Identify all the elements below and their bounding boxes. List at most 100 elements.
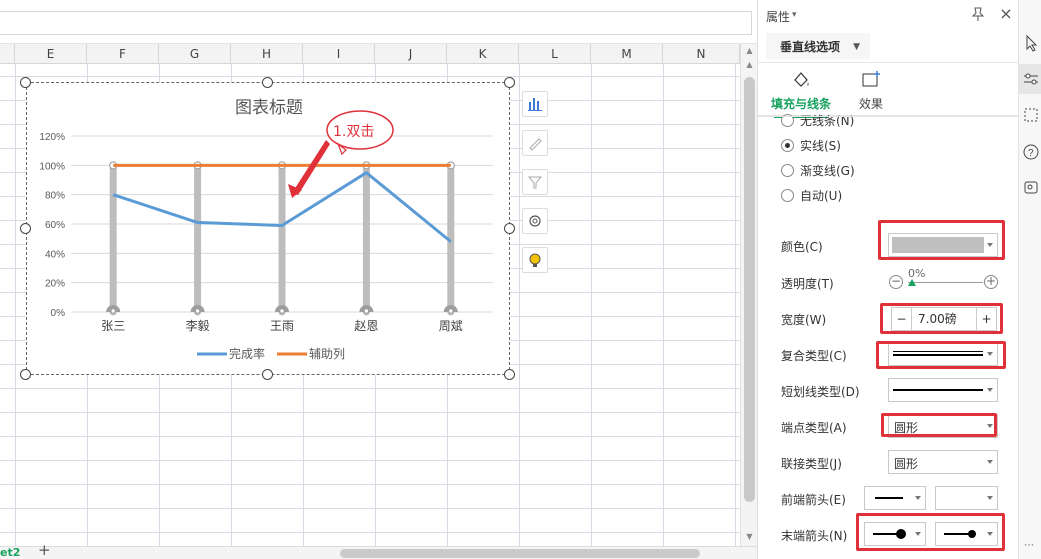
compound-type-label: 复合类型(C) <box>781 349 847 363</box>
panel-tabs: 填充与线条 效果 <box>758 62 1019 118</box>
chevron-down-icon <box>987 460 993 464</box>
highlight-box <box>881 413 997 437</box>
resize-handle[interactable] <box>504 223 515 234</box>
transparency-minus-button[interactable]: − <box>889 275 903 289</box>
radio-gradient-line[interactable] <box>781 164 794 177</box>
sheet-tab[interactable]: et2 <box>0 546 20 559</box>
svg-text:?: ? <box>1028 148 1034 159</box>
resize-handle[interactable] <box>262 77 273 88</box>
tab-label: 填充与线条 <box>770 97 831 111</box>
drop-line-end-marker <box>363 308 370 314</box>
transparency-label: 透明度(T) <box>781 277 834 291</box>
scroll-up-icon[interactable]: ▲ <box>744 60 755 70</box>
panel-title: 属性 <box>766 10 791 24</box>
gallery-icon[interactable] <box>1022 178 1040 196</box>
column-header[interactable]: I <box>303 44 375 64</box>
property-panel: 属性 ▾ × 垂直线选项 ▼ 填充与线条 效果 无线条(N) 实线(S) 渐变线… <box>757 0 1019 559</box>
tab-label: 效果 <box>858 97 883 111</box>
brush-icon <box>529 138 542 151</box>
y-tick-label: 120% <box>39 132 65 143</box>
y-tick-label: 80% <box>45 191 65 202</box>
join-type-dropdown[interactable]: 圆形 <box>888 450 998 474</box>
dash-line-preview <box>893 389 983 391</box>
annotation-text: 1.双击 <box>333 124 375 140</box>
more-icon[interactable]: ⋯ <box>1024 540 1034 551</box>
cap-type-label: 端点类型(A) <box>781 421 847 435</box>
drop-line-end-marker <box>279 308 285 314</box>
add-sheet-button[interactable]: + <box>38 543 51 558</box>
lightbulb-icon <box>529 253 541 267</box>
line-options-dropdown[interactable]: 垂直线选项 ▼ <box>766 33 870 61</box>
highlight-box <box>876 341 1006 369</box>
chart-style-button[interactable] <box>522 130 548 156</box>
chart-area[interactable]: 图表标题 0% 20% 40% 60% 80% 100% 120% 张三 李毅 王雨 赵恩 周斌 完成率辅… <box>26 82 510 375</box>
sheet-tab-bar: et2 + <box>0 543 757 559</box>
filter-icon <box>527 176 543 189</box>
chevron-down-icon <box>987 496 993 500</box>
column-header[interactable]: J <box>375 44 447 64</box>
transparency-slider[interactable] <box>908 282 983 283</box>
right-tool-rail: ? ⋯ <box>1018 0 1041 559</box>
highlight-box <box>856 513 1005 551</box>
transparency-value: 0% <box>908 267 926 280</box>
paint-bucket-icon <box>794 72 809 87</box>
sliders-icon[interactable] <box>1022 70 1040 88</box>
drop-line-end-marker <box>194 308 201 314</box>
chart-filter-button[interactable] <box>522 169 548 195</box>
column-header-partial[interactable] <box>0 44 15 64</box>
resize-handle[interactable] <box>20 77 31 88</box>
column-header[interactable]: F <box>87 44 159 64</box>
x-tick-label: 王雨 <box>270 319 294 333</box>
y-tick-label: 0% <box>51 308 66 319</box>
effects-icon <box>862 71 880 87</box>
y-tick-label: 20% <box>45 279 65 290</box>
tab-fill-line[interactable]: 填充与线条 <box>766 63 836 118</box>
begin-arrow-size-dropdown[interactable] <box>935 486 998 510</box>
resize-handle[interactable] <box>20 369 31 380</box>
chart-settings-button[interactable] <box>522 208 548 234</box>
cursor-icon[interactable] <box>1022 34 1040 52</box>
chevron-down-icon <box>987 388 993 392</box>
resize-handle[interactable] <box>262 369 273 380</box>
column-header[interactable]: M <box>591 44 663 64</box>
begin-arrow-type-dropdown[interactable] <box>864 486 926 510</box>
chart-elements-button[interactable] <box>522 91 548 117</box>
horizontal-scroll-thumb[interactable] <box>340 549 700 558</box>
line-chart: 图表标题0%20%40%60%80%100%120%张三 李毅 王雨 赵恩 周斌完成率辅… <box>39 98 493 361</box>
vertical-scrollbar[interactable]: ▲ ▲ ▼ <box>740 44 757 546</box>
chart-tips-button[interactable] <box>522 247 548 273</box>
formula-input[interactable] <box>0 11 752 35</box>
column-header[interactable]: E <box>15 44 87 64</box>
radio-auto[interactable] <box>781 189 794 202</box>
help-icon[interactable]: ? <box>1022 143 1040 161</box>
tab-effects[interactable]: 效果 <box>836 63 906 117</box>
line-preview <box>875 497 903 499</box>
x-tick-label: 张三 <box>101 319 125 333</box>
radio-solid-line[interactable] <box>781 139 794 152</box>
column-header[interactable]: G <box>159 44 231 64</box>
gear-icon <box>529 215 541 227</box>
column-header[interactable]: L <box>519 44 591 64</box>
highlight-box <box>880 303 1003 334</box>
drop-line-end-marker <box>110 308 116 314</box>
chevron-down-icon[interactable]: ▾ <box>792 10 797 20</box>
layout-icon[interactable] <box>1022 106 1040 124</box>
transparency-plus-button[interactable]: + <box>984 275 998 289</box>
legend-label: 辅助列 <box>309 347 345 361</box>
dash-type-dropdown[interactable] <box>888 378 998 402</box>
column-header[interactable]: H <box>231 44 303 64</box>
slider-thumb[interactable] <box>908 279 916 286</box>
column-header-row: E F G H I J K L M N <box>0 44 740 64</box>
scroll-top-icon[interactable]: ▲ <box>744 46 755 56</box>
column-header[interactable]: K <box>447 44 519 64</box>
dropdown-label: 垂直线选项 <box>780 40 841 54</box>
vertical-scroll-thumb[interactable] <box>744 77 755 502</box>
resize-handle[interactable] <box>20 223 31 234</box>
resize-handle[interactable] <box>504 369 515 380</box>
close-icon[interactable]: × <box>998 6 1014 22</box>
scroll-down-icon[interactable]: ▼ <box>744 532 755 542</box>
resize-handle[interactable] <box>504 77 515 88</box>
pin-icon[interactable] <box>970 6 986 22</box>
column-header[interactable]: N <box>663 44 740 64</box>
chevron-down-icon <box>915 496 921 500</box>
